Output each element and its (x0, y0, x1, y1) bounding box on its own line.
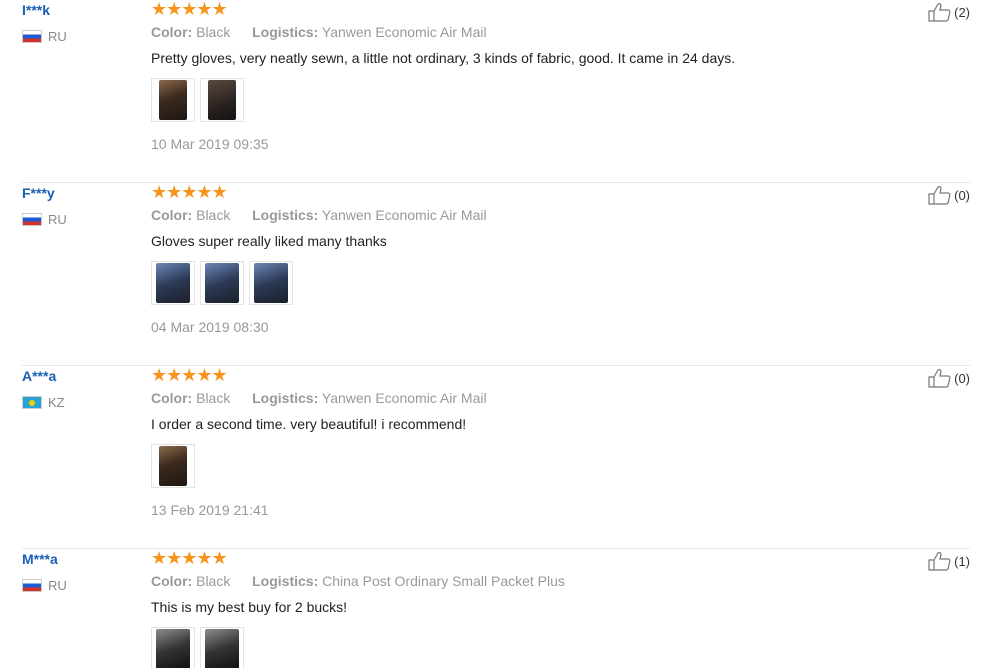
country-code: RU (48, 29, 67, 44)
glove-photo (156, 629, 190, 668)
glove-photo (205, 629, 239, 668)
glove-photo (159, 446, 187, 486)
glove-photo (159, 80, 187, 120)
helpful-button[interactable]: (2) (928, 2, 970, 22)
review-photo-thumbnail[interactable] (249, 261, 293, 305)
country-code: RU (48, 578, 67, 593)
glove-photo (156, 263, 190, 303)
logistics-value: Yanwen Economic Air Mail (321, 24, 487, 40)
order-info: Color: Black Logistics: Yanwen Economic … (151, 24, 487, 40)
reviewer-country: RU (22, 212, 67, 227)
review-photos (151, 627, 244, 668)
review-item: F***y RU ★★★★★ Color: Black Logistics: Y… (0, 183, 1000, 366)
russia-flag-icon (22, 213, 42, 226)
helpful-button[interactable]: (0) (928, 368, 970, 388)
thumbs-up-icon (928, 552, 951, 571)
glove-photo (254, 263, 288, 303)
country-code: KZ (48, 395, 65, 410)
review-text: I order a second time. very beautiful! i… (151, 416, 467, 432)
logistics-value: Yanwen Economic Air Mail (321, 390, 487, 406)
review-item: I***k RU ★★★★★ Color: Black Logistics: Y… (0, 0, 1000, 183)
review-date: 04 Mar 2019 08:30 (151, 319, 269, 335)
review-date: 13 Feb 2019 21:41 (151, 502, 269, 518)
helpful-count: (2) (954, 4, 970, 20)
thumbs-up-icon (928, 3, 951, 22)
review-photo-thumbnail[interactable] (200, 627, 244, 668)
reviewer-name[interactable]: I***k (22, 2, 50, 18)
helpful-count: (0) (954, 370, 970, 386)
review-photo-thumbnail[interactable] (151, 627, 195, 668)
order-info: Color: Black Logistics: Yanwen Economic … (151, 207, 487, 223)
russia-flag-icon (22, 30, 42, 43)
color-label: Color: (151, 24, 193, 40)
review-photo-thumbnail[interactable] (200, 261, 244, 305)
review-item: A***a KZ ★★★★★ Color: Black Logistics: Y… (0, 366, 1000, 549)
review-photos (151, 444, 195, 488)
logistics-label: Logistics: (252, 390, 319, 406)
reviewer-country: KZ (22, 395, 65, 410)
color-value: Black (196, 207, 231, 223)
country-code: RU (48, 212, 67, 227)
review-photos (151, 261, 293, 305)
review-photo-thumbnail[interactable] (151, 78, 195, 122)
helpful-count: (0) (954, 187, 970, 203)
star-rating: ★★★★★ (151, 182, 228, 202)
logistics-value: Yanwen Economic Air Mail (321, 207, 487, 223)
review-text: Gloves super really liked many thanks (151, 233, 387, 249)
review-text: This is my best buy for 2 bucks! (151, 599, 348, 615)
reviewer-name[interactable]: M***a (22, 551, 58, 567)
review-photo-thumbnail[interactable] (200, 78, 244, 122)
helpful-count: (1) (954, 553, 970, 569)
review-photo-thumbnail[interactable] (151, 261, 195, 305)
logistics-value: China Post Ordinary Small Packet Plus (322, 573, 565, 589)
helpful-button[interactable]: (0) (928, 185, 970, 205)
order-info: Color: Black Logistics: China Post Ordin… (151, 573, 565, 589)
glove-photo (208, 80, 236, 120)
thumbs-up-icon (928, 186, 951, 205)
reviewer-name[interactable]: F***y (22, 185, 55, 201)
logistics-label: Logistics: (252, 207, 319, 223)
star-rating: ★★★★★ (151, 365, 228, 385)
color-value: Black (196, 390, 231, 406)
star-rating: ★★★★★ (151, 0, 228, 19)
reviewer-country: RU (22, 29, 67, 44)
thumbs-up-icon (928, 369, 951, 388)
color-label: Color: (151, 207, 193, 223)
review-text: Pretty gloves, very neatly sewn, a littl… (151, 50, 736, 66)
russia-flag-icon (22, 579, 42, 592)
color-value: Black (196, 24, 231, 40)
logistics-label: Logistics: (252, 24, 319, 40)
glove-photo (205, 263, 239, 303)
review-photo-thumbnail[interactable] (151, 444, 195, 488)
color-label: Color: (151, 390, 193, 406)
color-label: Color: (151, 573, 193, 589)
order-info: Color: Black Logistics: Yanwen Economic … (151, 390, 487, 406)
review-photos (151, 78, 244, 122)
logistics-label: Logistics: (252, 573, 319, 589)
reviewer-name[interactable]: A***a (22, 368, 56, 384)
review-item: M***a RU ★★★★★ Color: Black Logistics: C… (0, 549, 1000, 668)
review-date: 10 Mar 2019 09:35 (151, 136, 269, 152)
color-value: Black (196, 573, 231, 589)
reviewer-country: RU (22, 578, 67, 593)
star-rating: ★★★★★ (151, 548, 228, 568)
helpful-button[interactable]: (1) (928, 551, 970, 571)
kazakhstan-flag-icon (22, 396, 42, 409)
